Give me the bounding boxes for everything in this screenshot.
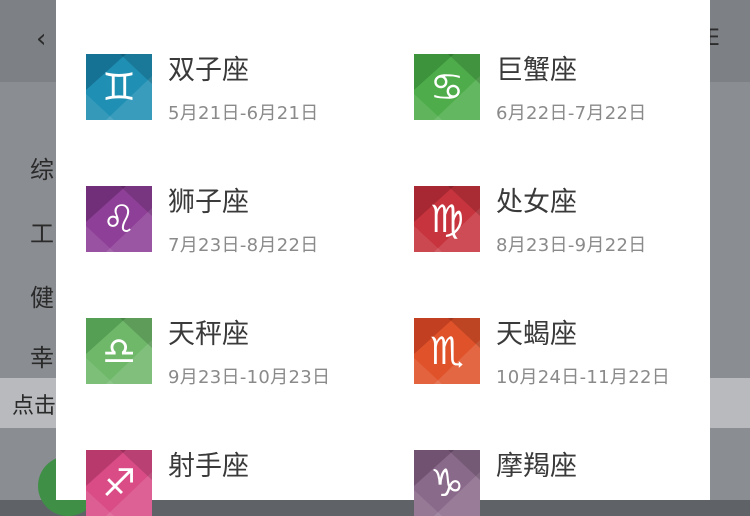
zodiac-item[interactable]: ♍ 处女座 8月23日-9月22日 [384,132,704,256]
zodiac-item[interactable]: ♑ 摩羯座 [384,396,704,516]
back-arrow-icon[interactable]: ‹ [36,24,46,54]
svg-text:♌: ♌ [102,197,136,241]
zodiac-item[interactable]: ♐ 射手座 [56,396,376,516]
zodiac-item[interactable]: ♏ 天蝎座 10月24日-11月22日 [384,264,704,388]
zodiac-icon-tile: ♎ [86,318,152,384]
svg-text:♊: ♊ [102,65,136,109]
zodiac-name: 天秤座 [168,319,249,350]
zodiac-icon-tile: ♐ [86,450,152,516]
libra-icon: ♎ [86,318,152,384]
leo-icon: ♌ [86,186,152,252]
gemini-icon: ♊ [86,54,152,120]
zodiac-name: 狮子座 [168,187,249,218]
svg-text:♏: ♏ [430,329,464,373]
zodiac-icon-tile: ♊ [86,54,152,120]
zodiac-dates: 5月21日-6月21日 [168,103,319,124]
zodiac-name: 处女座 [496,187,577,218]
zodiac-dates: 7月23日-8月22日 [168,235,319,256]
zodiac-icon-tile: ♌ [86,186,152,252]
svg-text:♋: ♋ [430,65,464,109]
zodiac-item[interactable]: ♋ 巨蟹座 6月22日-7月22日 [384,0,704,124]
zodiac-dates: 9月23日-10月23日 [168,367,331,388]
zodiac-dates: 6月22日-7月22日 [496,103,647,124]
capricorn-icon: ♑ [414,450,480,516]
svg-text:♑: ♑ [430,461,464,505]
zodiac-name: 双子座 [168,55,249,86]
svg-text:♎: ♎ [102,329,136,373]
sagittarius-icon: ♐ [86,450,152,516]
zodiac-item[interactable]: ♌ 狮子座 7月23日-8月22日 [56,132,376,256]
virgo-icon: ♍ [414,186,480,252]
zodiac-dates: 10月24日-11月22日 [496,367,671,388]
zodiac-icon-tile: ♏ [414,318,480,384]
background-item: 健 [30,284,54,312]
svg-text:♐: ♐ [102,461,136,505]
zodiac-name: 射手座 [168,451,249,482]
zodiac-item[interactable]: ♎ 天秤座 9月23日-10月23日 [56,264,376,388]
svg-text:♍: ♍ [430,197,464,241]
zodiac-name: 天蝎座 [496,319,577,350]
zodiac-icon-tile: ♋ [414,54,480,120]
zodiac-dates: 8月23日-9月22日 [496,235,647,256]
zodiac-icon-tile: ♍ [414,186,480,252]
background-item: 幸 [30,344,54,372]
cancer-icon: ♋ [414,54,480,120]
background-item: 综 [30,156,54,184]
zodiac-item[interactable]: ♊ 双子座 5月21日-6月21日 [56,0,376,124]
background-hint: 点击 [12,394,57,419]
scorpio-icon: ♏ [414,318,480,384]
zodiac-picker-dialog: ♊ 双子座 5月21日-6月21日 ♋ 巨蟹座 6月22日-7月22日 ♌ 狮子座 7月23日-… [56,0,710,516]
background-item: 工 [30,220,54,248]
zodiac-icon-tile: ♑ [414,450,480,516]
zodiac-name: 巨蟹座 [496,55,577,86]
zodiac-name: 摩羯座 [496,451,577,482]
